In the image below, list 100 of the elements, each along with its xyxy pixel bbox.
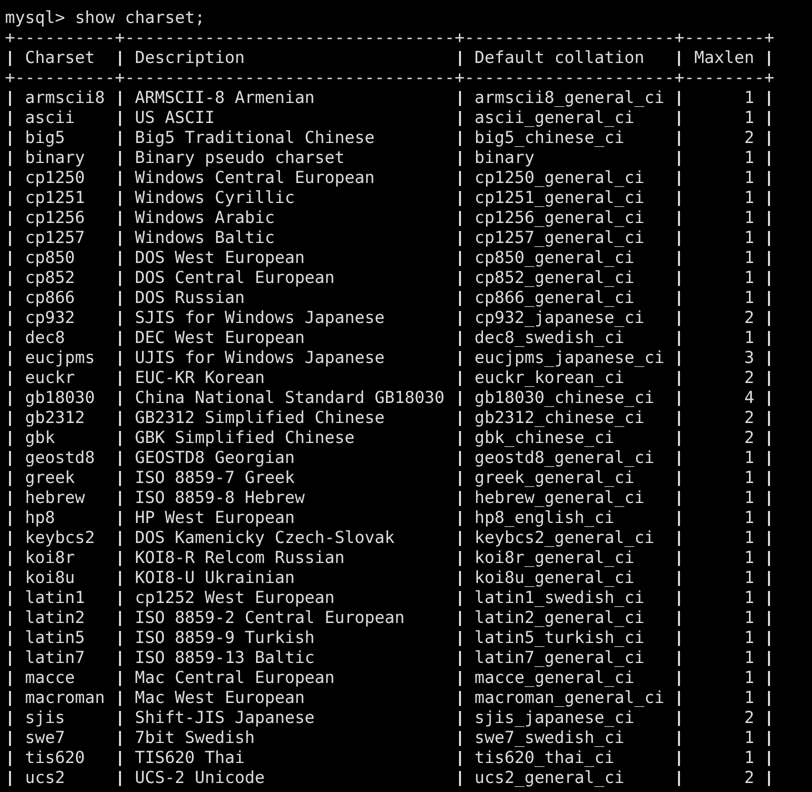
column-header: Charset — [24, 48, 95, 68]
table-cell: ascii — [24, 108, 75, 128]
table-cell: dec8 — [24, 328, 65, 348]
table-cell: Windows Baltic — [134, 228, 275, 248]
table-cell: cp1251_general_ci — [474, 188, 644, 208]
table-cell: greek — [24, 468, 75, 488]
table-cell: hebrew — [24, 488, 85, 508]
table-cell: ucs2 — [24, 768, 65, 788]
table-cell: cp1251 — [24, 188, 85, 208]
table-cell: ISO 8859-2 Central European — [134, 608, 405, 628]
table-cell: 1 — [744, 528, 754, 548]
table-cell: latin2_general_ci — [474, 608, 644, 628]
table-cell: UJIS for Windows Japanese — [134, 348, 385, 368]
table-cell: gb18030_chinese_ci — [474, 388, 654, 408]
table-cell: 2 — [744, 768, 754, 788]
table-cell: DOS Russian — [134, 288, 245, 308]
table-cell: koi8u — [24, 568, 75, 588]
table-cell: keybcs2_general_ci — [474, 528, 654, 548]
table-cell: ucs2_general_ci — [474, 768, 624, 788]
table-cell: geostd8 — [24, 448, 95, 468]
table-cell: DOS West European — [134, 248, 305, 268]
table-cell: binary — [474, 148, 534, 168]
table-cell: 1 — [744, 568, 754, 588]
table-cell: 1 — [744, 748, 754, 768]
table-cell: latin2 — [24, 608, 85, 628]
table-cell: eucjpms — [24, 348, 95, 368]
table-cell: DOS Kamenicky Czech-Slovak — [134, 528, 395, 548]
table-cell: Windows Arabic — [134, 208, 275, 228]
table-cell: 1 — [744, 248, 754, 268]
table-cell: 1 — [744, 628, 754, 648]
table-cell: gbk — [24, 428, 55, 448]
table-cell: 1 — [744, 488, 754, 508]
table-cell: sjis — [24, 708, 65, 728]
table-cell: tis620 — [24, 748, 85, 768]
table-cell: HP West European — [134, 508, 295, 528]
table-cell: cp1250 — [24, 168, 85, 188]
table-cell: ISO 8859-8 Hebrew — [134, 488, 305, 508]
column-header: Default collation — [474, 48, 644, 68]
table-cell: latin1_swedish_ci — [474, 588, 644, 608]
table-cell: GBK Simplified Chinese — [134, 428, 355, 448]
table-cell: armscii8_general_ci — [474, 88, 664, 108]
table-cell: swe7 — [24, 728, 65, 748]
table-cell: 1 — [744, 588, 754, 608]
table-cell: 1 — [744, 548, 754, 568]
table-cell: 1 — [744, 228, 754, 248]
table-cell: Shift-JIS Japanese — [134, 708, 315, 728]
table-cell: 4 — [744, 388, 754, 408]
table-cell: ascii_general_ci — [474, 108, 634, 128]
table-cell: KOI8-R Relcom Russian — [134, 548, 345, 568]
table-cell: 1 — [744, 268, 754, 288]
table-cell: 1 — [744, 688, 754, 708]
table-cell: macce_general_ci — [474, 668, 634, 688]
table-cell: TIS620 Thai — [134, 748, 245, 768]
table-cell: macce — [24, 668, 75, 688]
table-cell: GB2312 Simplified Chinese — [134, 408, 385, 428]
table-cell: gb2312_chinese_ci — [474, 408, 644, 428]
table-cell: 1 — [744, 168, 754, 188]
table-cell: 1 — [744, 188, 754, 208]
table-cell: hp8 — [24, 508, 55, 528]
table-cell: cp1250_general_ci — [474, 168, 644, 188]
table-cell: euckr_korean_ci — [474, 368, 624, 388]
table-cell: 1 — [744, 328, 754, 348]
table-cell: 2 — [744, 308, 754, 328]
table-cell: koi8r_general_ci — [474, 548, 634, 568]
table-cell: cp932_japanese_ci — [474, 308, 644, 328]
table-cell: armscii8 — [24, 88, 105, 108]
table-cell: cp1257 — [24, 228, 85, 248]
table-cell: 2 — [744, 708, 754, 728]
table-cell: cp1257_general_ci — [474, 228, 644, 248]
table-cell: 1 — [744, 288, 754, 308]
table-cell: 1 — [744, 668, 754, 688]
table-cell: China National Standard GB18030 — [134, 388, 445, 408]
table-cell: UCS-2 Unicode — [134, 768, 265, 788]
table-cell: US ASCII — [134, 108, 215, 128]
table-border: +----------+---------------------------------+---------------------+--------+ — [5, 68, 774, 88]
table-cell: koi8r — [24, 548, 75, 568]
table-cell: geostd8_general_ci — [474, 448, 654, 468]
column-header: Description — [134, 48, 245, 68]
table-cell: greek_general_ci — [474, 468, 634, 488]
table-cell: latin7 — [24, 648, 85, 668]
table-cell: cp852_general_ci — [474, 268, 634, 288]
table-cell: 2 — [744, 128, 754, 148]
table-cell: macroman — [24, 688, 105, 708]
table-cell: 7bit Swedish — [134, 728, 255, 748]
table-cell: GEOSTD8 Georgian — [134, 448, 295, 468]
table-cell: sjis_japanese_ci — [474, 708, 634, 728]
table-cell: big5 — [24, 128, 65, 148]
table-cell: cp852 — [24, 268, 75, 288]
table-cell: 2 — [744, 408, 754, 428]
table-cell: 1 — [744, 468, 754, 488]
table-cell: euckr — [24, 368, 75, 388]
table-cell: DOS Central European — [134, 268, 335, 288]
table-cell: gb2312 — [24, 408, 85, 428]
table-cell: hebrew_general_ci — [474, 488, 644, 508]
table-cell: Big5 Traditional Chinese — [134, 128, 375, 148]
table-cell: gbk_chinese_ci — [474, 428, 614, 448]
table-cell: latin1 — [24, 588, 85, 608]
table-cell: 1 — [744, 208, 754, 228]
column-header: Maxlen — [694, 48, 754, 68]
table-cell: latin5 — [24, 628, 85, 648]
